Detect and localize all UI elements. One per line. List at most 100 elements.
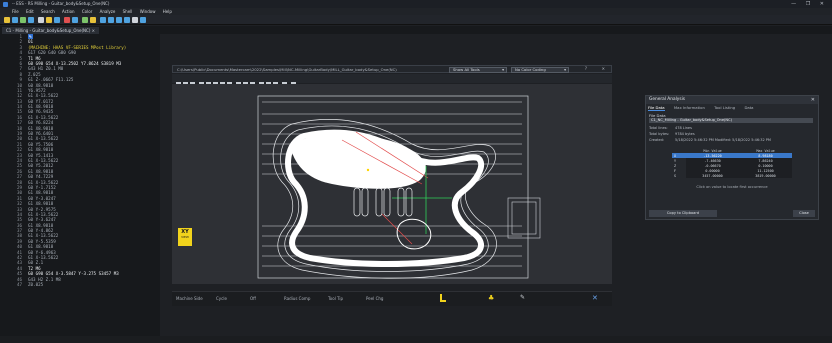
cut-icon[interactable] — [38, 17, 44, 23]
line-text: G0 Y-5.5359 — [28, 238, 56, 244]
line-text: G0 Y-3.6247 — [28, 217, 56, 223]
line-text: G0 Y-4.862 — [28, 228, 54, 234]
viewer-toolbar — [172, 74, 612, 87]
help-icon[interactable] — [140, 17, 146, 23]
menu-analyze[interactable]: Analyze — [100, 9, 116, 14]
line-text: G0 Y6.6401 — [28, 131, 54, 137]
line-text: G1 X8.9818 — [28, 125, 54, 131]
color-coding-label: No Color Coding — [515, 67, 546, 72]
tab-max-information[interactable]: Max Information — [674, 105, 705, 110]
close-viewer-icon[interactable]: ✕ — [592, 294, 598, 302]
menu-shell[interactable]: Shell — [123, 9, 133, 14]
status-machine-side: Machine Side — [176, 296, 203, 301]
line-text: G0 Y5.2012 — [28, 163, 54, 169]
viewer-close-icon[interactable]: ✕ — [602, 66, 605, 72]
menu-window[interactable]: Window — [140, 9, 156, 14]
backplot-icon[interactable] — [116, 17, 122, 23]
line-text: G1 X8.9818 — [28, 201, 54, 207]
line-text: G1 X8.9818 — [28, 104, 54, 110]
tab-file-data[interactable]: File Data — [648, 105, 665, 111]
save-icon[interactable] — [20, 17, 26, 23]
menu-file[interactable]: File — [12, 9, 19, 14]
window-controls[interactable]: — ❐ ✕ — [791, 0, 828, 8]
line-text: (MACHINE: HAAS VF-SERIES MPost Library) — [28, 44, 127, 50]
line-text: G0 Y4.7229 — [28, 174, 54, 180]
line-text: G1 X-13.5622 — [28, 211, 59, 217]
tool-filter-select[interactable]: Show All Tools ▾ — [449, 67, 507, 73]
main-toolbar — [0, 15, 832, 25]
total-bytes-row: Total bytes: 9784 bytes — [649, 132, 695, 136]
line-text: % — [28, 34, 33, 39]
upper-pocket — [290, 133, 427, 189]
total-lines-value: 478 Lines — [675, 126, 692, 130]
line-text: G1 X-13.5622 — [28, 179, 59, 185]
print-icon[interactable] — [28, 17, 34, 23]
viewer-file-path: C:\Users\Public\Documents\Mastercam\2022… — [177, 67, 397, 72]
line-text: G0 G90 G54 X-13.2502 Y7.8624 S3819 M3 — [28, 60, 122, 66]
find-icon[interactable] — [82, 17, 88, 23]
menu-action[interactable]: Action — [62, 9, 75, 14]
menu-search[interactable]: Search — [41, 9, 55, 14]
copy-icon[interactable] — [46, 17, 52, 23]
min-cell[interactable]: 3457.00000 — [686, 173, 739, 178]
viewer-pin-icon[interactable]: ? — [585, 66, 587, 72]
nc-code-editor[interactable]: 1% 2 O1 3 (MACHINE: HAAS VF-SERIES MPost Lib… — [0, 34, 160, 336]
line-number: 47 — [16, 281, 22, 287]
dialog-title-bar: General Analysis ✕ — [646, 96, 818, 104]
line-text: G1 Z-.0667 F11.125 — [28, 77, 74, 83]
line-text: O1 — [28, 39, 34, 45]
pickup-cavities — [353, 187, 413, 217]
analysis-tabs: File Data Max Information Tool Listing D… — [648, 105, 762, 111]
paste-icon[interactable] — [54, 17, 60, 23]
line-text: G0 Y-2.9575 — [28, 206, 56, 212]
tool-icon[interactable]: ♣ — [488, 294, 496, 302]
toolpath-canvas[interactable] — [172, 84, 612, 295]
total-bytes-label: Total bytes: — [649, 132, 670, 136]
menu-edit[interactable]: Edit — [26, 9, 34, 14]
view-orientation-badge[interactable]: XY VIEW — [178, 228, 192, 246]
new-file-icon[interactable] — [4, 17, 10, 23]
total-lines-row: Total lines: 478 Lines — [649, 126, 692, 130]
guitar-body-toolpath[interactable] — [172, 84, 612, 295]
line-text: G0 Y5.7506 — [28, 141, 54, 147]
replace-icon[interactable] — [90, 17, 96, 23]
close-button[interactable]: Close — [793, 210, 815, 217]
table-row[interactable]: S 3457.00000 3819.00000 — [672, 173, 792, 178]
app-logo-icon — [3, 1, 8, 7]
line-text: G1 X8.9818 — [28, 168, 54, 174]
line-text: G17 G20 G40 G80 G90 — [28, 50, 76, 56]
line-text: G0 Y6.9435 — [28, 109, 54, 115]
renumber-icon[interactable] — [100, 17, 106, 23]
color-coding-select[interactable]: No Color Coding ▾ — [511, 67, 569, 73]
settings-icon[interactable] — [132, 17, 138, 23]
line-text: T1 M6 — [28, 55, 41, 61]
close-icon[interactable]: ✕ — [811, 96, 815, 104]
tab-data[interactable]: Data — [744, 105, 753, 110]
line-text: Z.025 — [28, 71, 41, 77]
code-line[interactable]: 47 Z0.025 — [0, 282, 160, 287]
tab-tool-listing[interactable]: Tool Listing — [714, 105, 735, 110]
created-row: Created: 5/18/2022 5:46:32 PM Modified: … — [649, 138, 771, 142]
open-icon[interactable] — [12, 17, 18, 23]
view-axes-sub: VIEW — [181, 235, 189, 239]
menu-help[interactable]: Help — [163, 9, 172, 14]
window-icon[interactable] — [124, 17, 130, 23]
line-text: G1 X8.9818 — [28, 147, 54, 153]
max-cell[interactable]: 3819.00000 — [739, 173, 792, 178]
compare-icon[interactable] — [108, 17, 114, 23]
line-text: G1 X8.9818 — [28, 222, 54, 228]
line-text: G1 X-13.5622 — [28, 233, 59, 239]
line-text: G1 X-13.5622 — [28, 136, 59, 142]
fixture-outline — [507, 197, 541, 239]
tab-active-document[interactable]: C1 - Milling - Guitar_body&Setup_One(NC)… — [2, 27, 100, 34]
axis-cell: S — [674, 173, 677, 178]
created-value: 5/18/2022 5:46:32 PM Modified: 5/18/2022… — [675, 138, 771, 142]
redo-icon[interactable] — [72, 17, 78, 23]
undo-icon[interactable] — [64, 17, 70, 23]
line-text: G43 H1 Z0.1 M8 — [28, 66, 64, 72]
locate-hint: Click on value to locate first occurrenc… — [696, 185, 768, 189]
tool-tip-icon[interactable]: ✎ — [520, 294, 525, 302]
line-text: G0 Y-1.7152 — [28, 184, 56, 190]
copy-to-clipboard-button[interactable]: Copy to Clipboard — [649, 210, 717, 217]
menu-color[interactable]: Color — [82, 9, 92, 14]
